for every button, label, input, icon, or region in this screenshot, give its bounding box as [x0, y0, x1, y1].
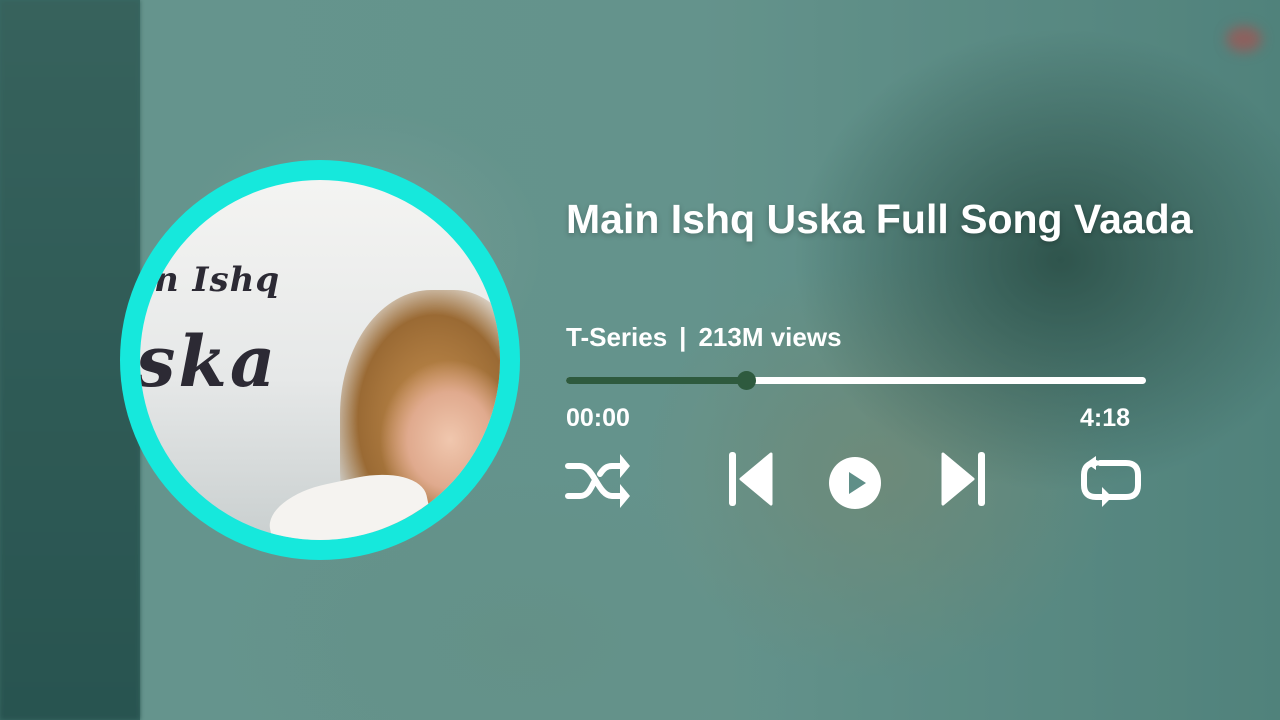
shuffle-button[interactable]	[564, 450, 632, 512]
skip-next-icon	[941, 452, 985, 506]
play-button[interactable]	[827, 455, 883, 511]
repeat-button[interactable]	[1078, 455, 1144, 509]
progress-bar[interactable]	[566, 371, 1146, 390]
meta-separator: |	[679, 322, 687, 352]
background-highlight	[1226, 26, 1262, 52]
progress-bar-handle[interactable]	[736, 371, 756, 390]
album-art-text-line1: n Ishq	[154, 260, 281, 300]
skip-previous-icon	[729, 452, 773, 506]
album-art: n Ishq ska	[140, 180, 500, 540]
next-button[interactable]	[941, 450, 987, 508]
previous-button[interactable]	[727, 450, 773, 508]
album-art-text-line2: ska	[140, 320, 279, 403]
channel-name: T-Series	[566, 322, 668, 352]
current-time: 00:00	[566, 404, 630, 432]
track-meta: T-Series | 213M views	[566, 322, 842, 353]
duration: 4:18	[1080, 404, 1131, 432]
track-title: Main Ishq Uska Full Song Vaada	[566, 196, 1193, 242]
progress-bar-fill	[566, 377, 746, 384]
view-count: 213M views	[698, 322, 842, 352]
repeat-icon	[1081, 456, 1141, 507]
shuffle-icon	[565, 454, 630, 508]
play-circle-icon	[829, 457, 881, 509]
album-art-ring: n Ishq ska	[120, 160, 520, 560]
